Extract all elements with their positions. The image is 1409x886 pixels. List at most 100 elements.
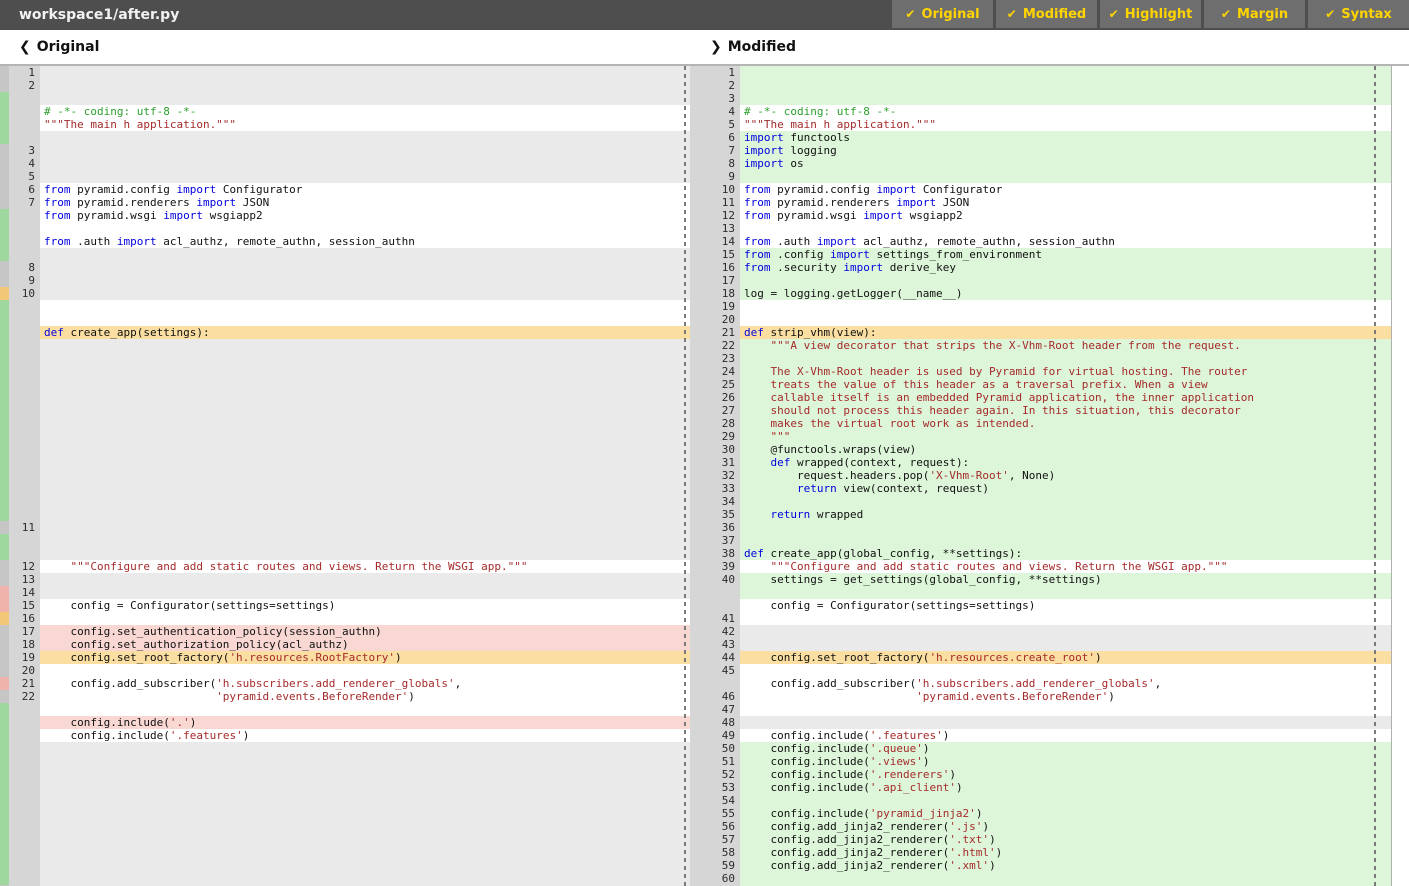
code-line[interactable]: config.include('.features') [740,729,1391,742]
code-line[interactable] [740,664,1391,677]
code-line[interactable]: makes the virtual root work as intended. [740,417,1391,430]
code-line[interactable]: config.include('.queue') [740,742,1391,755]
code-segment [744,482,797,495]
code-line[interactable]: return view(context, request) [740,482,1391,495]
code-line[interactable]: # -*- coding: utf-8 -*- [740,105,1391,118]
toggle-syntax[interactable]: ✔Syntax [1308,0,1409,28]
code-line[interactable]: """A view decorator that strips the X-Vh… [740,339,1391,352]
diff-map[interactable] [0,66,9,886]
toggle-highlight[interactable]: ✔Highlight [1100,0,1201,28]
code-area-original[interactable]: # -*- coding: utf-8 -*-"""The main h app… [40,66,690,886]
code-line[interactable] [40,222,690,235]
code-line[interactable]: 'pyramid.events.BeforeRender') [740,690,1391,703]
code-line[interactable]: config = Configurator(settings=settings) [740,599,1391,612]
code-line[interactable] [40,300,690,313]
pane-headers: ❮Original ❯Modified [0,30,1409,64]
code-line[interactable] [40,612,690,625]
code-line[interactable]: import logging [740,144,1391,157]
code-line[interactable]: settings = get_settings(global_config, *… [740,573,1391,586]
code-line[interactable]: """ [740,430,1391,443]
code-line[interactable] [740,170,1391,183]
code-line[interactable]: def strip_vhm(view): [740,326,1391,339]
code-line[interactable]: from pyramid.renderers import JSON [40,196,690,209]
code-line[interactable]: import os [740,157,1391,170]
code-line[interactable] [740,794,1391,807]
code-line[interactable]: from pyramid.wsgi import wsgiapp2 [40,209,690,222]
code-line[interactable] [740,534,1391,547]
toggle-original[interactable]: ✔Original [892,0,993,28]
code-line[interactable] [740,300,1391,313]
code-line[interactable]: config = Configurator(settings=settings) [40,599,690,612]
code-segment: 'pyramid_jinja2' [870,807,976,820]
code-line[interactable]: The X-Vhm-Root header is used by Pyramid… [740,365,1391,378]
toggle-margin[interactable]: ✔Margin [1204,0,1305,28]
code-line[interactable]: config.add_jinja2_renderer('.html') [740,846,1391,859]
code-line[interactable]: config.include('.') [40,716,690,729]
code-line[interactable]: config.include('pyramid_jinja2') [740,807,1391,820]
code-line[interactable]: config.add_jinja2_renderer('.txt') [740,833,1391,846]
code-line[interactable]: config.include('.renderers') [740,768,1391,781]
code-segment: 'h.resources.RootFactory' [229,651,395,664]
code-line[interactable]: should not process this header again. In… [740,404,1391,417]
code-line[interactable] [740,521,1391,534]
code-line[interactable]: from .auth import acl_authz, remote_auth… [40,235,690,248]
code-line[interactable] [740,313,1391,326]
code-line[interactable] [740,872,1391,885]
code-line[interactable] [40,703,690,716]
code-line[interactable]: request.headers.pop('X-Vhm-Root', None) [740,469,1391,482]
code-line[interactable]: callable itself is an embedded Pyramid a… [740,391,1391,404]
code-line[interactable] [40,313,690,326]
toggle-modified[interactable]: ✔Modified [996,0,1097,28]
code-line[interactable]: log = logging.getLogger(__name__) [740,287,1391,300]
code-line[interactable]: config.add_subscriber('h.subscribers.add… [740,677,1391,690]
line-number: 30 [690,443,740,456]
code-line[interactable]: config.set_root_factory('h.resources.Roo… [40,651,690,664]
code-line[interactable]: config.set_authorization_policy(acl_auth… [40,638,690,651]
code-line[interactable] [740,222,1391,235]
code-area-modified[interactable]: # -*- coding: utf-8 -*-"""The main h app… [740,66,1391,886]
code-line[interactable] [40,664,690,677]
scrollbar-track[interactable] [1391,66,1408,886]
filler-line [40,755,690,768]
code-line[interactable]: """The main h application.""" [40,118,690,131]
code-line[interactable]: """Configure and add static routes and v… [40,560,690,573]
code-line[interactable]: config.include('.views') [740,755,1391,768]
code-line[interactable] [740,612,1391,625]
code-line[interactable]: from pyramid.renderers import JSON [740,196,1391,209]
code-line[interactable]: def wrapped(context, request): [740,456,1391,469]
code-line[interactable]: config.set_authentication_policy(session… [40,625,690,638]
code-line[interactable] [740,703,1391,716]
code-line[interactable]: config.include('.features') [40,729,690,742]
code-line[interactable]: from .auth import acl_authz, remote_auth… [740,235,1391,248]
filler-line [40,352,690,365]
code-line[interactable]: config.add_subscriber('h.subscribers.add… [40,677,690,690]
code-line[interactable]: config.add_jinja2_renderer('.js') [740,820,1391,833]
code-line[interactable] [740,352,1391,365]
code-line[interactable]: return wrapped [740,508,1391,521]
code-line[interactable]: config.include('.api_client') [740,781,1391,794]
diff-map-mark [0,66,9,79]
code-line[interactable]: import functools [740,131,1391,144]
code-line[interactable]: from .security import derive_key [740,261,1391,274]
code-line[interactable]: config.set_root_factory('h.resources.cre… [740,651,1391,664]
diff-map-mark [0,508,9,521]
diff-map-mark [0,807,9,820]
code-line[interactable]: 'pyramid.events.BeforeRender') [40,690,690,703]
code-segment: import [176,183,216,196]
code-line[interactable] [740,586,1391,599]
code-line[interactable]: from pyramid.config import Configurator [40,183,690,196]
code-line[interactable]: def create_app(global_config, **settings… [740,547,1391,560]
code-line[interactable]: """The main h application.""" [740,118,1391,131]
code-line[interactable]: def create_app(settings): [40,326,690,339]
code-line[interactable]: from pyramid.wsgi import wsgiapp2 [740,209,1391,222]
code-line[interactable]: treats the value of this header as a tra… [740,378,1391,391]
line-number [9,547,40,560]
code-line[interactable]: from pyramid.config import Configurator [740,183,1391,196]
code-line[interactable]: """Configure and add static routes and v… [740,560,1391,573]
code-line[interactable]: from .config import settings_from_enviro… [740,248,1391,261]
code-line[interactable]: # -*- coding: utf-8 -*- [40,105,690,118]
code-line[interactable]: config.add_jinja2_renderer('.xml') [740,859,1391,872]
code-line[interactable] [740,495,1391,508]
code-line[interactable]: @functools.wraps(view) [740,443,1391,456]
code-line[interactable] [740,274,1391,287]
